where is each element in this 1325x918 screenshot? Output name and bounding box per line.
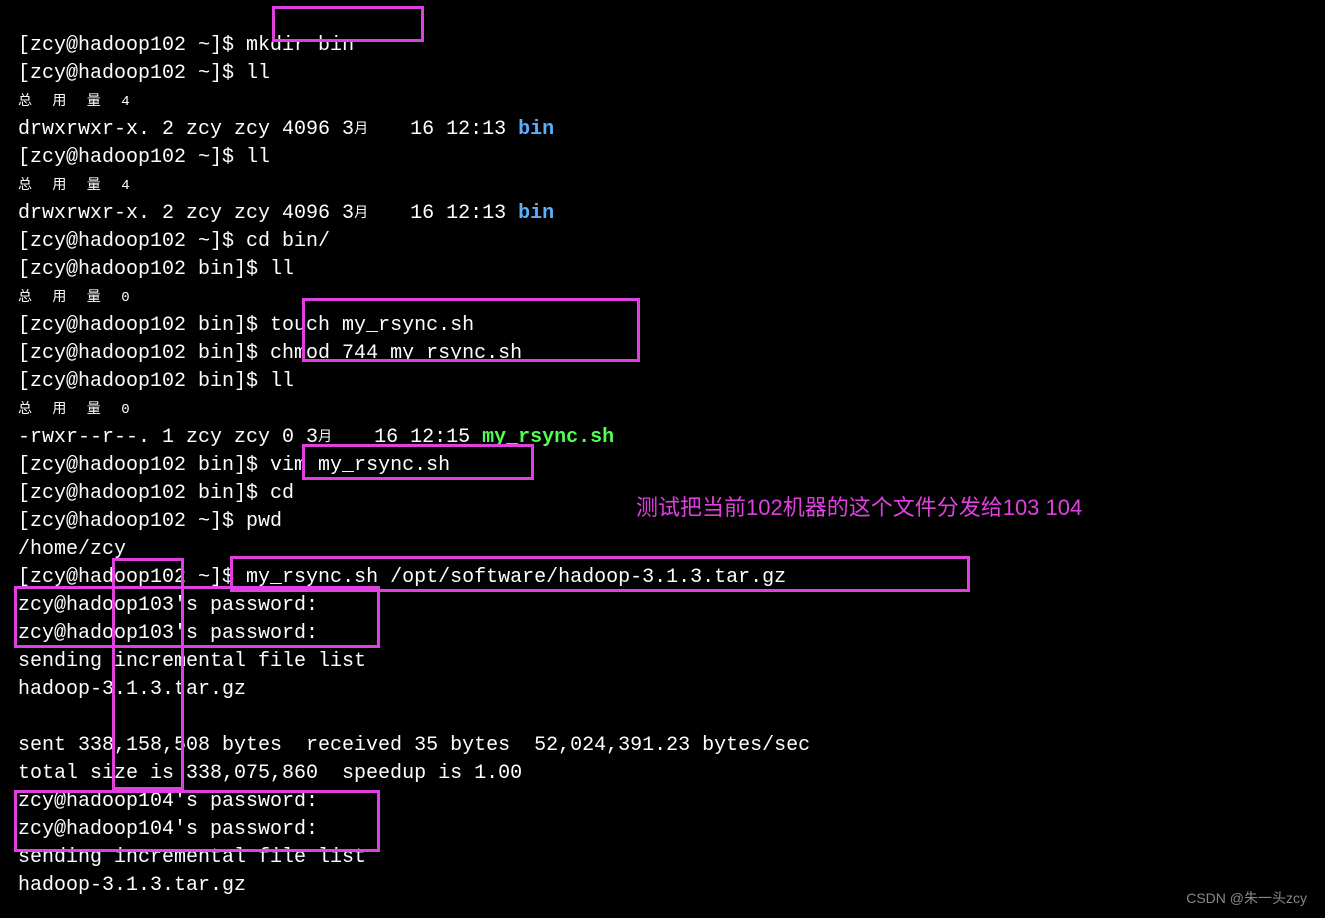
highlight-box <box>302 444 534 480</box>
dir-bin: bin <box>518 202 554 225</box>
file-line: hadoop-3.1.3.tar.gz <box>18 874 246 897</box>
terminal-output: [zcy@hadoop102 ~]$ mkdir bin [zcy@hadoop… <box>0 0 1325 900</box>
prompt: [zcy@hadoop102 ~]$ <box>18 62 246 85</box>
dir-bin: bin <box>518 118 554 141</box>
prompt: [zcy@hadoop102 bin]$ <box>18 482 270 505</box>
highlight-box <box>14 586 380 648</box>
highlight-box <box>302 298 640 362</box>
ls-entry: -rwxr--r--. 1 zcy zcy 0 3 <box>18 426 318 449</box>
total-line: 总 用 量 4 <box>18 94 136 110</box>
total-line: 总 用 量 0 <box>18 290 136 306</box>
prompt: [zcy@hadoop102 ~]$ <box>18 230 246 253</box>
prompt: [zcy@hadoop102 bin]$ <box>18 342 270 365</box>
watermark: CSDN @朱一头zcy <box>1186 884 1307 912</box>
cmd-ll: ll <box>270 370 294 393</box>
prompt: [zcy@hadoop102 bin]$ <box>18 454 270 477</box>
highlight-box <box>14 790 380 852</box>
total-size-line: total size is 338,075,860 speedup is 1.0… <box>18 762 522 785</box>
total-line: 总 用 量 0 <box>18 402 136 418</box>
prompt: [zcy@hadoop102 ~]$ <box>18 146 246 169</box>
cmd-ll: ll <box>270 258 294 281</box>
total-line: 总 用 量 4 <box>18 178 136 194</box>
prompt: [zcy@hadoop102 bin]$ <box>18 314 270 337</box>
pwd-output: /home/zcy <box>18 538 126 561</box>
prompt: [zcy@hadoop102 ~]$ <box>18 510 246 533</box>
highlight-box <box>272 6 424 42</box>
cmd-pwd: pwd <box>246 510 282 533</box>
cmd-cdbin: cd bin/ <box>246 230 330 253</box>
annotation-text: 测试把当前102机器的这个文件分发给103 104 <box>636 494 1082 522</box>
sending-line: sending incremental file list <box>18 650 366 673</box>
prompt: [zcy@hadoop102 bin]$ <box>18 258 270 281</box>
highlight-box <box>112 558 184 790</box>
cmd-cd: cd <box>270 482 294 505</box>
prompt: [zcy@hadoop102 bin]$ <box>18 370 270 393</box>
prompt: [zcy@hadoop102 ~]$ <box>18 34 246 57</box>
cmd-ll: ll <box>246 62 270 85</box>
ls-entry: drwxrwxr-x. 2 zcy zcy 4096 3 <box>18 202 354 225</box>
ls-entry: drwxrwxr-x. 2 zcy zcy 4096 3 <box>18 118 354 141</box>
cmd-ll: ll <box>246 146 270 169</box>
